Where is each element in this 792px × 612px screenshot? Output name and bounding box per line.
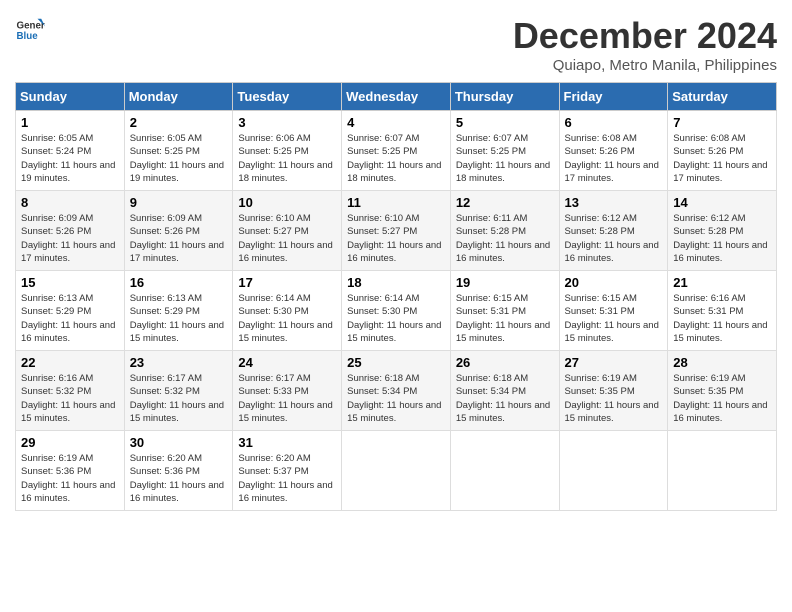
svg-text:Blue: Blue [17, 31, 39, 42]
table-row: 24Sunrise: 6:17 AMSunset: 5:33 PMDayligh… [233, 351, 342, 431]
table-row: 15Sunrise: 6:13 AMSunset: 5:29 PMDayligh… [16, 271, 125, 351]
empty-cell [668, 431, 777, 511]
table-row: 21Sunrise: 6:16 AMSunset: 5:31 PMDayligh… [668, 271, 777, 351]
table-row: 2Sunrise: 6:05 AMSunset: 5:25 PMDaylight… [124, 111, 233, 191]
table-row: 17Sunrise: 6:14 AMSunset: 5:30 PMDayligh… [233, 271, 342, 351]
table-row: 6Sunrise: 6:08 AMSunset: 5:26 PMDaylight… [559, 111, 668, 191]
table-row: 4Sunrise: 6:07 AMSunset: 5:25 PMDaylight… [342, 111, 451, 191]
title-area: December 2024 Quiapo, Metro Manila, Phil… [513, 15, 777, 74]
header: General Blue December 2024 Quiapo, Metro… [15, 15, 777, 74]
table-row: 26Sunrise: 6:18 AMSunset: 5:34 PMDayligh… [450, 351, 559, 431]
table-row: 13Sunrise: 6:12 AMSunset: 5:28 PMDayligh… [559, 191, 668, 271]
table-row: 1Sunrise: 6:05 AMSunset: 5:24 PMDaylight… [16, 111, 125, 191]
table-row: 25Sunrise: 6:18 AMSunset: 5:34 PMDayligh… [342, 351, 451, 431]
empty-cell [450, 431, 559, 511]
col-sunday: Sunday [16, 83, 125, 111]
table-row: 27Sunrise: 6:19 AMSunset: 5:35 PMDayligh… [559, 351, 668, 431]
col-friday: Friday [559, 83, 668, 111]
logo: General Blue [15, 15, 45, 45]
table-row: 14Sunrise: 6:12 AMSunset: 5:28 PMDayligh… [668, 191, 777, 271]
table-row: 7Sunrise: 6:08 AMSunset: 5:26 PMDaylight… [668, 111, 777, 191]
table-row: 3Sunrise: 6:06 AMSunset: 5:25 PMDaylight… [233, 111, 342, 191]
col-wednesday: Wednesday [342, 83, 451, 111]
empty-cell [559, 431, 668, 511]
logo-icon: General Blue [15, 15, 45, 45]
subtitle: Quiapo, Metro Manila, Philippines [513, 57, 777, 74]
calendar-body: 1Sunrise: 6:05 AMSunset: 5:24 PMDaylight… [16, 111, 777, 511]
col-saturday: Saturday [668, 83, 777, 111]
table-row: 9Sunrise: 6:09 AMSunset: 5:26 PMDaylight… [124, 191, 233, 271]
table-row: 19Sunrise: 6:15 AMSunset: 5:31 PMDayligh… [450, 271, 559, 351]
svg-text:General: General [17, 21, 46, 32]
header-row: Sunday Monday Tuesday Wednesday Thursday… [16, 83, 777, 111]
table-row: 5Sunrise: 6:07 AMSunset: 5:25 PMDaylight… [450, 111, 559, 191]
table-row: 12Sunrise: 6:11 AMSunset: 5:28 PMDayligh… [450, 191, 559, 271]
table-row: 31Sunrise: 6:20 AMSunset: 5:37 PMDayligh… [233, 431, 342, 511]
table-row: 29Sunrise: 6:19 AMSunset: 5:36 PMDayligh… [16, 431, 125, 511]
table-row: 8Sunrise: 6:09 AMSunset: 5:26 PMDaylight… [16, 191, 125, 271]
table-row: 23Sunrise: 6:17 AMSunset: 5:32 PMDayligh… [124, 351, 233, 431]
empty-cell [342, 431, 451, 511]
table-row: 20Sunrise: 6:15 AMSunset: 5:31 PMDayligh… [559, 271, 668, 351]
col-monday: Monday [124, 83, 233, 111]
table-row: 16Sunrise: 6:13 AMSunset: 5:29 PMDayligh… [124, 271, 233, 351]
table-row: 28Sunrise: 6:19 AMSunset: 5:35 PMDayligh… [668, 351, 777, 431]
table-row: 10Sunrise: 6:10 AMSunset: 5:27 PMDayligh… [233, 191, 342, 271]
table-row: 30Sunrise: 6:20 AMSunset: 5:36 PMDayligh… [124, 431, 233, 511]
col-thursday: Thursday [450, 83, 559, 111]
col-tuesday: Tuesday [233, 83, 342, 111]
table-row: 18Sunrise: 6:14 AMSunset: 5:30 PMDayligh… [342, 271, 451, 351]
month-title: December 2024 [513, 15, 777, 57]
calendar-table: Sunday Monday Tuesday Wednesday Thursday… [15, 82, 777, 511]
table-row: 11Sunrise: 6:10 AMSunset: 5:27 PMDayligh… [342, 191, 451, 271]
table-row: 22Sunrise: 6:16 AMSunset: 5:32 PMDayligh… [16, 351, 125, 431]
